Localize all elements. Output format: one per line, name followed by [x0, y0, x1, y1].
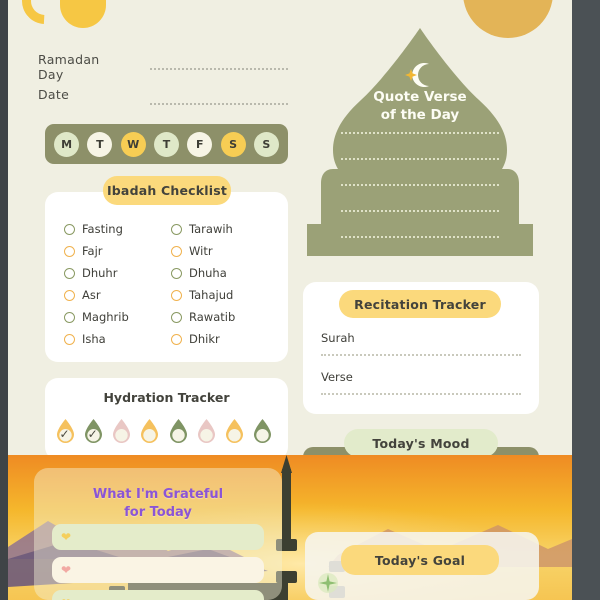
quote-title-line1: Quote Verse	[373, 89, 467, 105]
quote-line-1[interactable]	[341, 158, 499, 160]
hydration-drop-row[interactable]: ✓ ✓	[56, 419, 272, 444]
checkbox-icon[interactable]	[64, 333, 75, 345]
quote-line-4[interactable]	[341, 236, 499, 238]
ramadan-day-row: Ramadan Day	[38, 52, 288, 82]
ibadah-item-left-2[interactable]: Dhuhr	[64, 262, 171, 284]
ibadah-right-column: Tarawih Witr Dhuha Tahajud Rawatib Dhikr	[171, 218, 278, 350]
ibadah-item-right-1[interactable]: Witr	[171, 240, 278, 262]
ibadah-item-label: Rawatib	[189, 310, 236, 324]
surah-label: Surah	[321, 331, 355, 345]
ibadah-item-right-5[interactable]: Dhikr	[171, 328, 278, 350]
grateful-title-line1: What I'm Grateful	[92, 487, 224, 502]
weekday-circle-5[interactable]: S	[220, 131, 246, 157]
checkbox-icon[interactable]	[64, 289, 75, 301]
ibadah-item-label: Dhuha	[189, 266, 227, 280]
quote-line-2[interactable]	[341, 184, 499, 186]
check-icon: ✓	[87, 427, 98, 441]
ibadah-item-label: Maghrib	[82, 310, 129, 324]
weekday-circle-6[interactable]: S	[253, 131, 279, 157]
ibadah-item-left-3[interactable]: Asr	[64, 284, 171, 306]
ibadah-item-label: Witr	[189, 244, 213, 258]
ibadah-item-label: Fasting	[82, 222, 123, 236]
quote-line-3[interactable]	[341, 210, 499, 212]
water-drop-icon-0[interactable]: ✓	[56, 419, 75, 444]
ramadan-day-input[interactable]	[150, 68, 288, 70]
ibadah-item-left-0[interactable]: Fasting	[64, 218, 171, 240]
checkbox-icon[interactable]	[64, 245, 75, 257]
quote-verse-title: Quote Verse of the Day	[301, 88, 539, 124]
water-drop-icon-7[interactable]	[253, 419, 272, 444]
ibadah-item-left-5[interactable]: Isha	[64, 328, 171, 350]
verse-input[interactable]	[321, 393, 521, 395]
ibadah-item-label: Tarawih	[189, 222, 233, 236]
todays-mood-title: Today's Mood	[344, 429, 498, 457]
verse-label: Verse	[321, 370, 353, 384]
water-drop-icon-2[interactable]	[112, 419, 131, 444]
water-drop-icon-4[interactable]	[169, 419, 188, 444]
weekday-circle-4[interactable]: F	[187, 131, 213, 157]
sparkle-icon	[318, 573, 338, 593]
water-drop-icon-3[interactable]	[140, 419, 159, 444]
date-row: Date	[38, 87, 288, 102]
date-input[interactable]	[150, 103, 288, 105]
ibadah-item-label: Dhikr	[189, 332, 220, 346]
checkbox-icon[interactable]	[171, 289, 182, 301]
weekday-circle-2[interactable]: W	[120, 131, 146, 157]
checkbox-icon[interactable]	[171, 267, 182, 279]
surah-input[interactable]	[321, 354, 521, 356]
date-label: Date	[38, 87, 70, 102]
quote-title-line2: of the Day	[380, 107, 460, 124]
grateful-title-line2: for Today	[124, 504, 192, 520]
weekday-selector[interactable]: MTWTFSS	[45, 124, 288, 164]
weekday-circle-0[interactable]: M	[54, 131, 80, 157]
heart-icon: ❤	[61, 563, 72, 577]
check-icon: ✓	[59, 427, 70, 441]
ibadah-item-right-0[interactable]: Tarawih	[171, 218, 278, 240]
checkbox-icon[interactable]	[64, 267, 75, 279]
screen-root: Ramadan Day Date MTWTFSS Ibadah Checklis…	[0, 0, 600, 600]
quote-verse-card: Quote Verse of the Day	[301, 28, 539, 256]
water-drop-icon-1[interactable]: ✓	[84, 419, 103, 444]
recitation-tracker-title: Recitation Tracker	[339, 290, 501, 318]
ibadah-item-label: Isha	[82, 332, 106, 346]
checkbox-icon[interactable]	[171, 311, 182, 323]
ibadah-item-right-2[interactable]: Dhuha	[171, 262, 278, 284]
ibadah-left-column: Fasting Fajr Dhuhr Asr Maghrib Isha	[64, 218, 171, 350]
half-circle-shape-icon	[60, 0, 106, 28]
crescent-moon-star-icon	[405, 63, 429, 87]
weekday-circle-1[interactable]: T	[87, 131, 113, 157]
grateful-row-0[interactable]: ❤	[52, 524, 264, 550]
ibadah-item-label: Asr	[82, 288, 101, 302]
grateful-title: What I'm Grateful for Today	[34, 486, 282, 521]
ibadah-checklist-title: Ibadah Checklist	[103, 176, 231, 205]
ibadah-item-right-3[interactable]: Tahajud	[171, 284, 278, 306]
ramadan-day-label: Ramadan Day	[38, 52, 100, 82]
planner-page: Ramadan Day Date MTWTFSS Ibadah Checklis…	[8, 0, 572, 600]
checkbox-icon[interactable]	[64, 223, 75, 235]
ibadah-item-right-4[interactable]: Rawatib	[171, 306, 278, 328]
checkbox-icon[interactable]	[171, 223, 182, 235]
grateful-row-2[interactable]: ❤	[52, 590, 264, 600]
ibadah-columns: Fasting Fajr Dhuhr Asr Maghrib Isha Tarawih Wi…	[64, 218, 278, 350]
ibadah-item-left-4[interactable]: Maghrib	[64, 306, 171, 328]
water-drop-icon-5[interactable]	[197, 419, 216, 444]
water-drop-icon-6[interactable]	[225, 419, 244, 444]
checkbox-icon[interactable]	[171, 245, 182, 257]
todays-goal-title: Today's Goal	[341, 545, 499, 575]
grateful-card: What I'm Grateful for Today ❤ ❤ ❤	[34, 468, 282, 600]
heart-icon: ❤	[61, 530, 72, 544]
weekday-circle-3[interactable]: T	[153, 131, 179, 157]
checkbox-icon[interactable]	[64, 311, 75, 323]
checkbox-icon[interactable]	[171, 333, 182, 345]
left-rail	[0, 0, 8, 600]
grateful-row-1[interactable]: ❤	[52, 557, 264, 583]
quote-line-0[interactable]	[341, 132, 499, 134]
ibadah-item-label: Tahajud	[189, 288, 234, 302]
ibadah-item-label: Fajr	[82, 244, 103, 258]
ibadah-item-left-1[interactable]: Fajr	[64, 240, 171, 262]
hydration-tracker-title: Hydration Tracker	[103, 390, 230, 405]
ibadah-item-label: Dhuhr	[82, 266, 118, 280]
